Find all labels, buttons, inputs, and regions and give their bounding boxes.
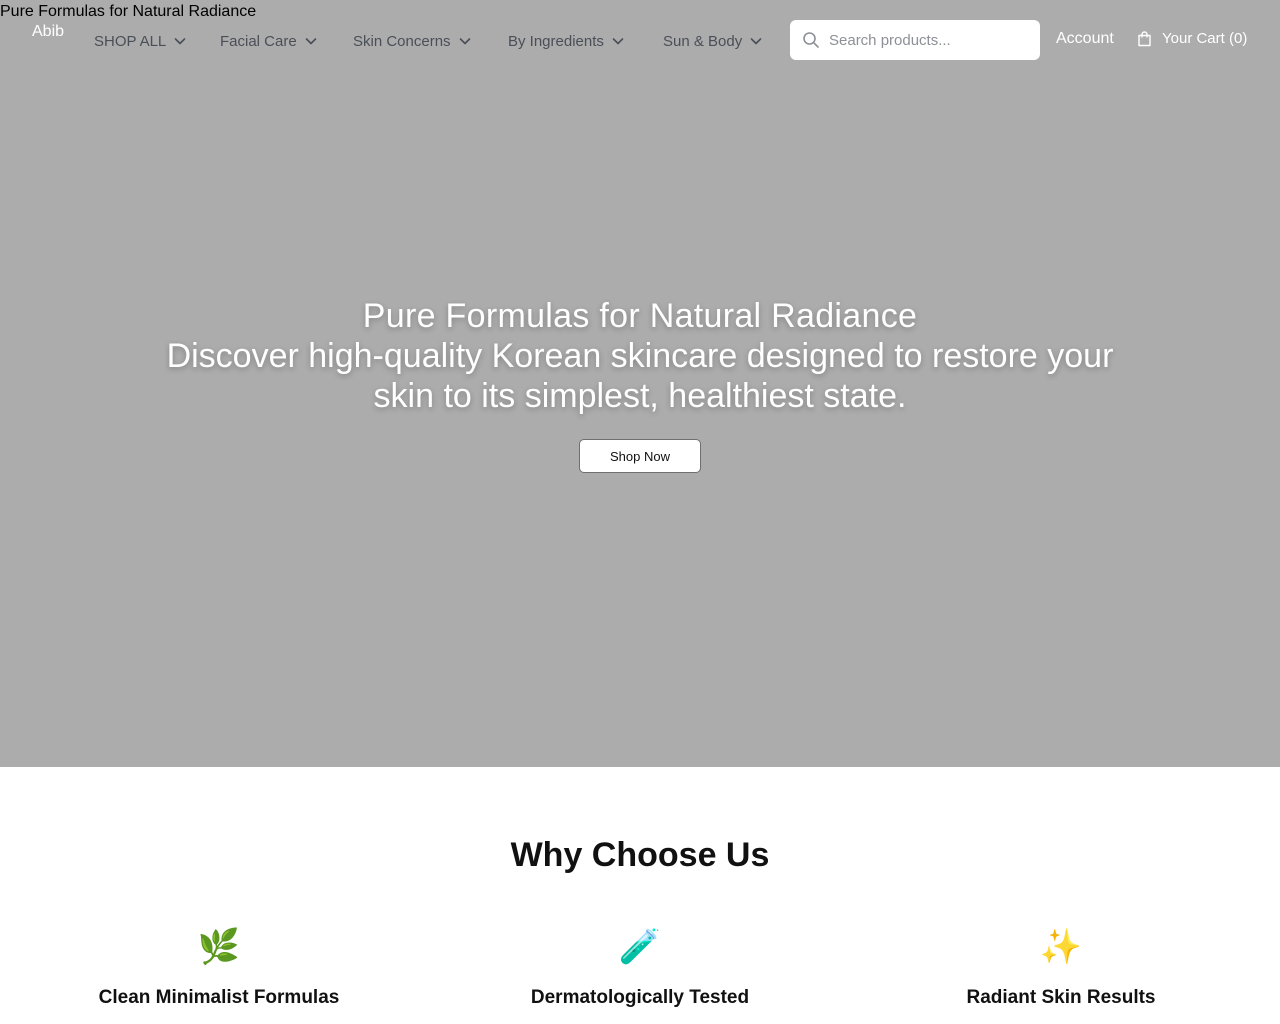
feature-dermatologically-tested: 🧪 Dermatologically Tested [490,926,790,1009]
chevron-down-icon [749,34,763,48]
nav-item-label: By Ingredients [508,32,604,50]
nav-item-skin-concerns[interactable]: Skin Concerns [353,31,472,51]
document-title: Pure Formulas for Natural Radiance [0,3,257,20]
search-bar[interactable] [790,20,1040,60]
nav-item-shop-all[interactable]: SHOP ALL [94,31,187,51]
cart-label: Your Cart (0) [1162,30,1248,47]
why-choose-us-heading: Why Choose Us [510,836,770,874]
search-input[interactable] [829,31,1029,49]
feature-label: Dermatologically Tested [530,987,750,1008]
chevron-down-icon [458,34,472,48]
feature-clean-formulas: 🌿 Clean Minimalist Formulas [69,926,369,1009]
feature-radiant-results: ✨ Radiant Skin Results [911,926,1211,1009]
shop-now-button[interactable]: Shop Now [579,439,701,473]
herb-icon: 🌿 [197,928,241,966]
chevron-down-icon [611,34,625,48]
nav-item-sun-body[interactable]: Sun & Body [663,31,763,51]
nav-item-label: SHOP ALL [94,32,167,50]
sparkles-icon: ✨ [1039,928,1083,966]
chevron-down-icon [304,34,318,48]
nav-item-by-ingredients[interactable]: By Ingredients [508,31,625,51]
feature-label: Clean Minimalist Formulas [98,987,340,1008]
hero-title: Pure Formulas for Natural Radiance [362,297,918,335]
chevron-down-icon [173,34,187,48]
nav-item-label: Skin Concerns [353,32,451,50]
search-icon [803,32,819,48]
hero-subtitle: Discover high-quality Korean skincare de… [166,337,1114,415]
hero-content: Pure Formulas for Natural Radiance Disco… [140,296,1140,416]
hero-section: Abib SHOP ALL Facial Care Skin Concerns … [0,0,1280,767]
brand-logo[interactable]: Abib [32,23,64,41]
nav-item-label: Facial Care [220,32,297,50]
nav-item-facial-care[interactable]: Facial Care [220,31,318,51]
cart-button[interactable]: Your Cart (0) [1136,30,1247,47]
shopping-bag-icon [1138,31,1151,47]
account-link[interactable]: Account [1056,30,1114,48]
nav-item-label: Sun & Body [663,32,743,50]
test-tube-icon: 🧪 [618,928,662,966]
feature-label: Radiant Skin Results [966,987,1156,1008]
